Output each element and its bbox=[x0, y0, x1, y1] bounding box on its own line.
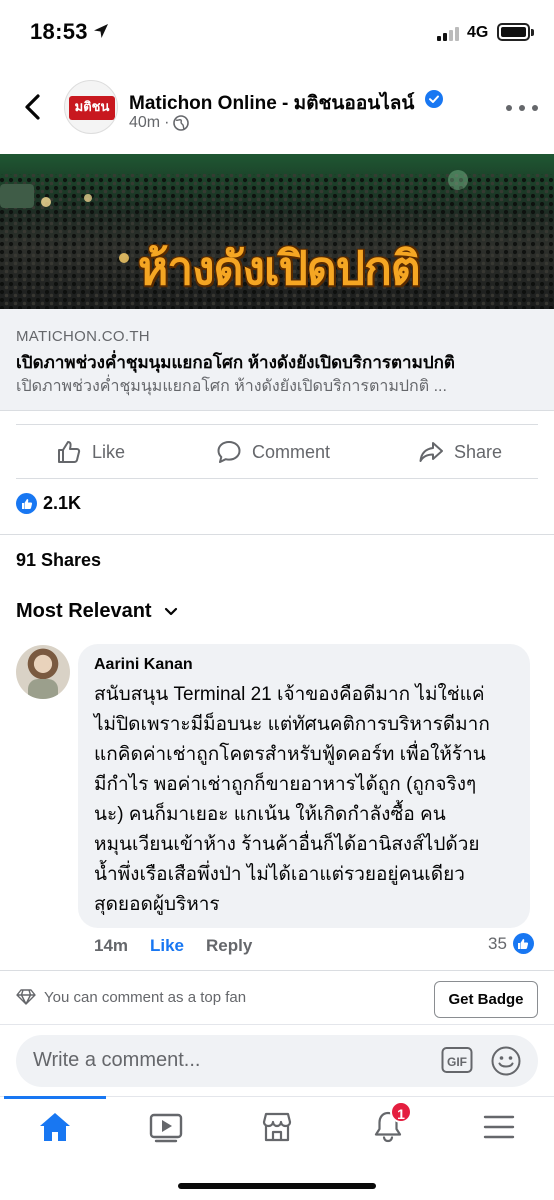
page-avatar[interactable]: มติชน bbox=[64, 80, 118, 134]
home-indicator bbox=[178, 1183, 376, 1189]
tab-notifications[interactable]: 1 bbox=[363, 1101, 413, 1147]
comment-line: แกคิดค่าเช่าถูกโคตรสำหรับฟู้ดคอร์ท เพื่อ… bbox=[94, 744, 486, 765]
status-bar: 18:53 4G bbox=[0, 0, 554, 66]
shares-count[interactable]: 91 Shares bbox=[16, 550, 101, 571]
emoji-icon[interactable] bbox=[490, 1045, 522, 1077]
comment-bubble[interactable]: Aarini Kanan สนับสนุน Terminal 21 เจ้าขอ… bbox=[78, 644, 530, 928]
battery-icon bbox=[497, 23, 534, 41]
comment-line: น้ำพึ่งเรือเสือพึ่งป่า ไม่ได้เอาแต่รวยอย… bbox=[94, 864, 465, 885]
notification-badge: 1 bbox=[390, 1101, 412, 1123]
comment-reactions[interactable]: 35 bbox=[488, 933, 534, 954]
comment-line: มีกำไร พอค่าเช่าถูกก็ขายอาหารได้ถูก (ถูก… bbox=[94, 774, 477, 795]
back-arrow-icon[interactable] bbox=[18, 92, 48, 122]
verified-badge-icon bbox=[425, 90, 443, 108]
commenter-avatar[interactable] bbox=[16, 645, 70, 699]
sort-label: Most Relevant bbox=[16, 600, 152, 622]
tab-watch[interactable] bbox=[141, 1107, 191, 1147]
post-meta: 40m · bbox=[129, 114, 190, 132]
like-reaction-icon bbox=[512, 933, 534, 954]
link-description: เปิดภาพช่วงค่ำชุมนุมแยกอโศก ห้างดังยังเป… bbox=[16, 378, 447, 395]
comment-time: 14m bbox=[94, 936, 129, 955]
more-options-icon[interactable] bbox=[506, 100, 538, 116]
comment-like-link[interactable]: Like bbox=[150, 936, 184, 956]
video-play-icon bbox=[149, 1113, 183, 1143]
comment-line: ไม่ปิดเพราะมีม็อบนะ แต่ทัศนคติการบริหารด… bbox=[94, 714, 490, 735]
comments-sort-dropdown[interactable]: Most Relevant bbox=[16, 600, 178, 623]
share-label: Share bbox=[454, 441, 503, 462]
link-domain: MATICHON.CO.TH bbox=[16, 328, 150, 345]
comment-author[interactable]: Aarini Kanan bbox=[94, 656, 193, 674]
globe-icon bbox=[173, 115, 190, 131]
reaction-count: 2.1K bbox=[43, 493, 82, 513]
divider bbox=[16, 478, 538, 479]
share-arrow-icon bbox=[419, 442, 443, 462]
page-logo: มติชน bbox=[69, 96, 115, 120]
active-tab-indicator bbox=[4, 1096, 106, 1099]
meta-separator: · bbox=[164, 114, 170, 131]
tab-menu[interactable] bbox=[474, 1107, 524, 1147]
diamond-icon bbox=[16, 989, 36, 1005]
chevron-down-icon bbox=[164, 607, 177, 615]
gif-icon[interactable]: GIF bbox=[441, 1045, 473, 1075]
status-time: 18:53 bbox=[30, 19, 88, 44]
marketplace-store-icon bbox=[262, 1112, 292, 1142]
comment-reaction-count: 35 bbox=[488, 933, 507, 953]
comment-bubble-icon bbox=[217, 441, 241, 463]
top-fan-notice: You can comment as a top fan bbox=[16, 988, 246, 1006]
location-arrow-icon bbox=[94, 24, 108, 38]
divider bbox=[0, 534, 554, 535]
comment-line: นะ) คนก็มาเยอะ แกเน้น ให้เกิดกำลังซื้อ ค… bbox=[94, 804, 446, 825]
like-button[interactable]: Like bbox=[56, 430, 125, 474]
share-button[interactable]: Share bbox=[418, 430, 502, 474]
reactions-summary[interactable]: 2.1K bbox=[16, 493, 81, 514]
network-label: 4G bbox=[467, 24, 489, 41]
comment-line: สุดยอดผู้บริหาร bbox=[94, 894, 220, 915]
thumbs-up-icon bbox=[58, 441, 81, 463]
comment-button[interactable]: Comment bbox=[216, 430, 330, 474]
divider bbox=[0, 970, 554, 971]
divider bbox=[16, 424, 538, 425]
top-fan-text: You can comment as a top fan bbox=[44, 988, 247, 1006]
like-reaction-icon bbox=[16, 493, 37, 514]
get-badge-button[interactable]: Get Badge bbox=[434, 981, 538, 1018]
like-label: Like bbox=[92, 441, 126, 462]
image-headline: ห้างดังเปิดปกติ bbox=[138, 241, 421, 295]
comment-reply-link[interactable]: Reply bbox=[206, 936, 252, 956]
svg-text:GIF: GIF bbox=[447, 1055, 467, 1069]
post-time: 40m bbox=[129, 114, 161, 131]
comment-placeholder: Write a comment... bbox=[33, 1049, 201, 1071]
link-preview[interactable]: MATICHON.CO.TH เปิดภาพช่วงค่ำชุมนุมแยกอโ… bbox=[0, 309, 554, 411]
link-title: เปิดภาพช่วงค่ำชุมนุมแยกอโศก ห้างดังยังเป… bbox=[16, 353, 455, 372]
comment-line: หมุนเวียนเข้าห้าง ร้านค้าอื่นก็ได้อานิสง… bbox=[94, 834, 480, 855]
tab-home[interactable] bbox=[30, 1107, 80, 1147]
comment-input[interactable]: Write a comment... GIF bbox=[16, 1035, 538, 1087]
tab-marketplace[interactable] bbox=[252, 1107, 302, 1147]
comment-line: สนับสนุน Terminal 21 เจ้าของคือดีมาก ไม่… bbox=[94, 684, 485, 705]
comment-label: Comment bbox=[252, 441, 331, 462]
signal-strength-icon bbox=[437, 25, 463, 41]
home-icon bbox=[40, 1113, 70, 1141]
comment-text: สนับสนุน Terminal 21 เจ้าของคือดีมาก ไม่… bbox=[94, 680, 524, 920]
post-image[interactable]: ห้างดังเปิดปกติ bbox=[0, 154, 554, 309]
hamburger-menu-icon bbox=[483, 1115, 515, 1139]
